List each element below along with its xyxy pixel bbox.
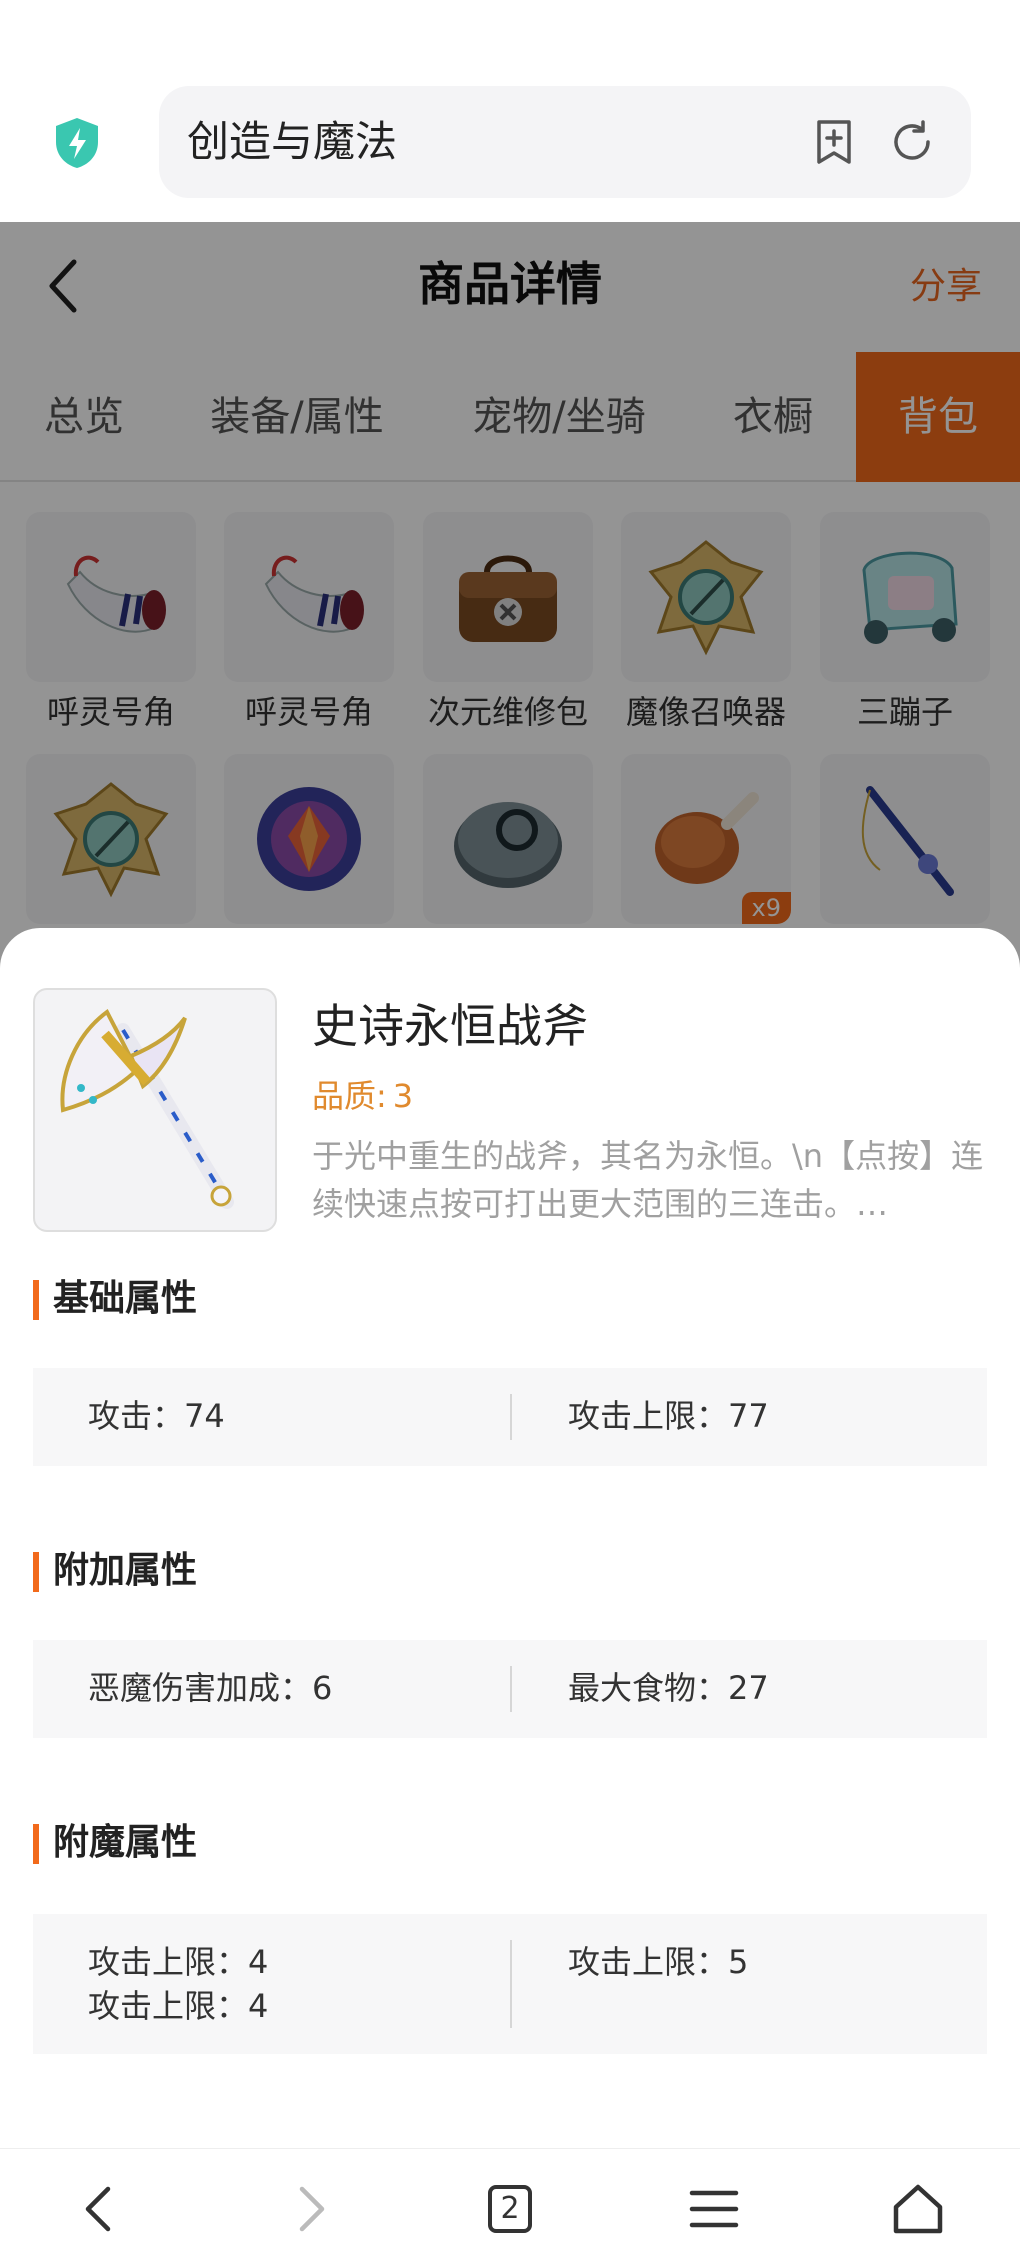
item-detail-sheet: 史诗永恒战斧 品质: 3 于光中重生的战斧，其名为永恒。\n【点按】连续快速点按可…	[0, 928, 1020, 2148]
home-icon[interactable]	[888, 2179, 948, 2239]
attr-divider	[510, 1394, 512, 1440]
item-quality: 品质: 3	[312, 1074, 413, 1118]
attr-item: 攻击：74	[88, 1397, 225, 1435]
attr-divider	[510, 1940, 512, 2028]
quality-label: 品质:	[312, 1077, 387, 1115]
attr-box-extra: 恶魔伤害加成：6 最大食物：27	[33, 1640, 987, 1738]
attr-item: 恶魔伤害加成：6	[88, 1669, 333, 1707]
attr-box-base: 攻击：74 攻击上限：77	[33, 1368, 987, 1466]
attr-item: 攻击上限：4	[88, 1987, 269, 2025]
refresh-icon[interactable]	[888, 118, 936, 166]
shield-lightning-icon[interactable]	[52, 116, 102, 170]
battle-axe-icon	[60, 1009, 234, 1209]
item-name: 史诗永恒战斧	[312, 999, 588, 1053]
back-icon[interactable]	[70, 2179, 130, 2239]
attr-col-right: 最大食物：27	[568, 1666, 1008, 1710]
address-bar[interactable]: 创造与魔法	[159, 86, 971, 198]
address-text[interactable]: 创造与魔法	[187, 116, 397, 168]
tab-count: 2	[488, 2185, 532, 2233]
attr-col-left: 攻击上限：4 攻击上限：4	[88, 1940, 528, 2028]
attr-box-enchant: 攻击上限：4 攻击上限：4 攻击上限：5	[33, 1914, 987, 2054]
browser-toolbar: 创造与魔法	[0, 0, 1020, 222]
bookmark-add-icon[interactable]	[810, 118, 858, 166]
quality-value: 3	[392, 1077, 414, 1115]
forward-icon[interactable]	[280, 2179, 340, 2239]
attr-col-left: 恶魔伤害加成：6	[88, 1666, 528, 1710]
attr-item: 攻击上限：5	[568, 1943, 749, 1981]
attr-col-right: 攻击上限：77	[568, 1394, 1008, 1438]
section-title-base: 基础属性	[33, 1276, 197, 1322]
item-thumbnail	[33, 988, 277, 1232]
attr-col-left: 攻击：74	[88, 1394, 528, 1438]
attr-divider	[510, 1666, 512, 1712]
browser-bottom-nav: 2	[0, 2148, 1020, 2267]
tabs-icon[interactable]: 2	[480, 2179, 540, 2239]
attr-item: 攻击上限：4	[88, 1943, 269, 1981]
menu-icon[interactable]	[684, 2179, 744, 2239]
attr-col-right: 攻击上限：5	[568, 1940, 1008, 1984]
item-description: 于光中重生的战斧，其名为永恒。\n【点按】连续快速点按可打出更大范围的三连击。…	[312, 1137, 984, 1223]
section-title-enchant: 附魔属性	[33, 1820, 197, 1866]
section-title-extra: 附加属性	[33, 1548, 197, 1594]
attr-item: 攻击上限：77	[568, 1397, 769, 1435]
attr-item: 最大食物：27	[568, 1669, 769, 1707]
